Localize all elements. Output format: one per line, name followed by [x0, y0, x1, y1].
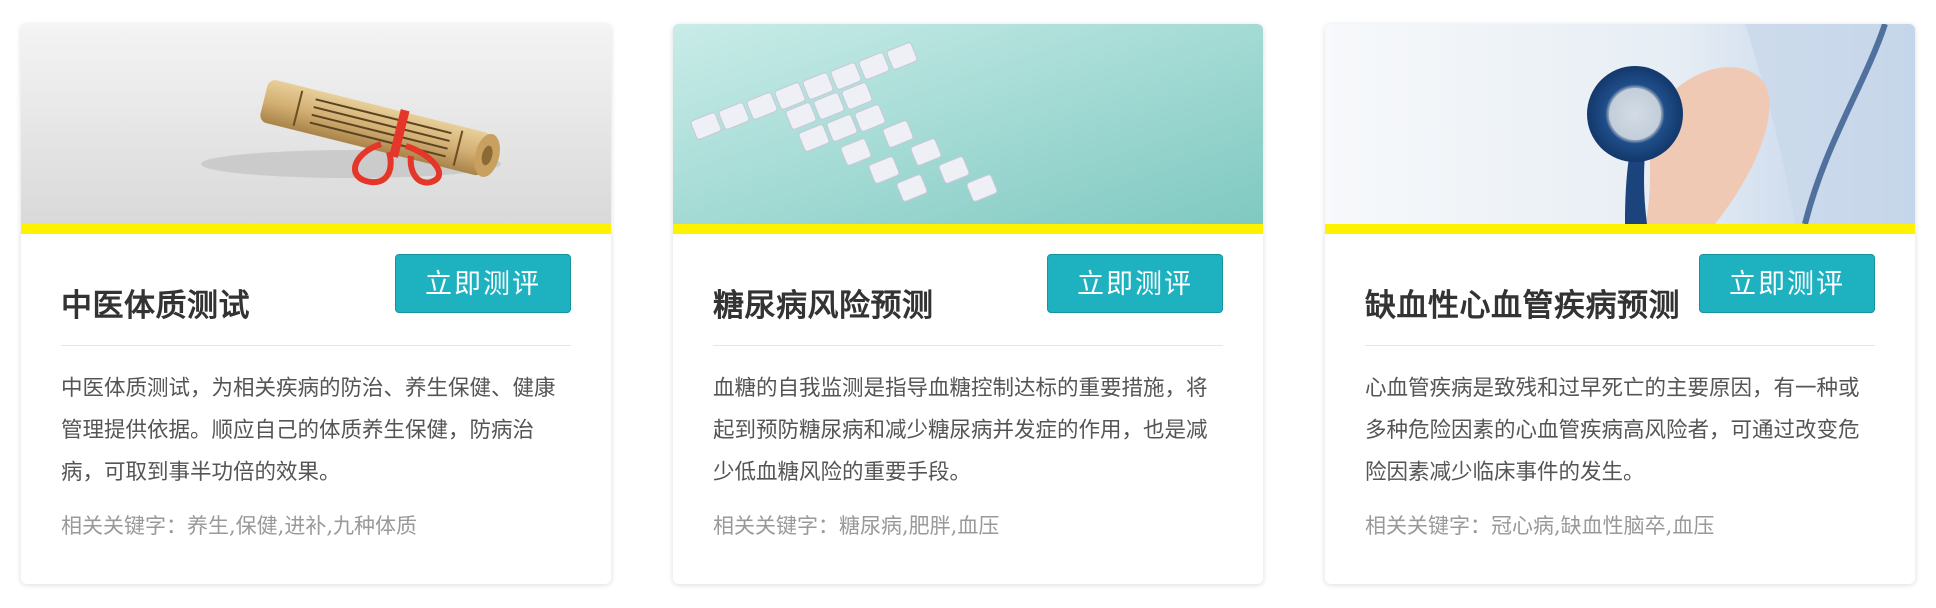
card-diabetes-risk: 糖尿病风险预测 立即测评 血糖的自我监测是指导血糖控制达标的重要措施，将起到预防… — [673, 24, 1263, 584]
card-title: 中医体质测试 — [61, 288, 250, 324]
card-header: 糖尿病风险预测 立即测评 — [713, 234, 1223, 346]
card-keywords: 相关关键字：糖尿病,肥胖,血压 — [713, 514, 1000, 538]
card-keywords: 相关关键字：冠心病,缺血性脑卒,血压 — [1365, 514, 1715, 538]
assess-now-button[interactable]: 立即测评 — [395, 254, 571, 313]
card-image-sugar-cubes — [673, 24, 1263, 234]
card-image-stethoscope — [1325, 24, 1915, 234]
card-description: 心血管疾病是致残和过早死亡的主要原因，有一种或多种危险因素的心血管疾病高风险者，… — [1365, 376, 1860, 485]
card-header: 缺血性心血管疾病预测 立即测评 — [1365, 234, 1875, 346]
card-header: 中医体质测试 立即测评 — [61, 234, 571, 346]
assessment-card-list: 中医体质测试 立即测评 中医体质测试，为相关疾病的防治、养生保健、健康管理提供依… — [0, 0, 1936, 608]
card-keywords: 相关关键字：养生,保健,进补,九种体质 — [61, 514, 418, 538]
card-image-scroll — [21, 24, 611, 234]
assess-now-button[interactable]: 立即测评 — [1047, 254, 1223, 313]
card-title: 缺血性心血管疾病预测 — [1365, 288, 1680, 324]
card-ischemic-cardiovascular: 缺血性心血管疾病预测 立即测评 心血管疾病是致残和过早死亡的主要原因，有一种或多… — [1325, 24, 1915, 584]
card-description: 中医体质测试，为相关疾病的防治、养生保健、健康管理提供依据。顺应自己的体质养生保… — [61, 376, 556, 485]
assess-now-button[interactable]: 立即测评 — [1699, 254, 1875, 313]
card-description: 血糖的自我监测是指导血糖控制达标的重要措施，将起到预防糖尿病和减少糖尿病并发症的… — [713, 376, 1208, 485]
card-tcm-constitution: 中医体质测试 立即测评 中医体质测试，为相关疾病的防治、养生保健、健康管理提供依… — [21, 24, 611, 584]
card-title: 糖尿病风险预测 — [713, 288, 934, 324]
